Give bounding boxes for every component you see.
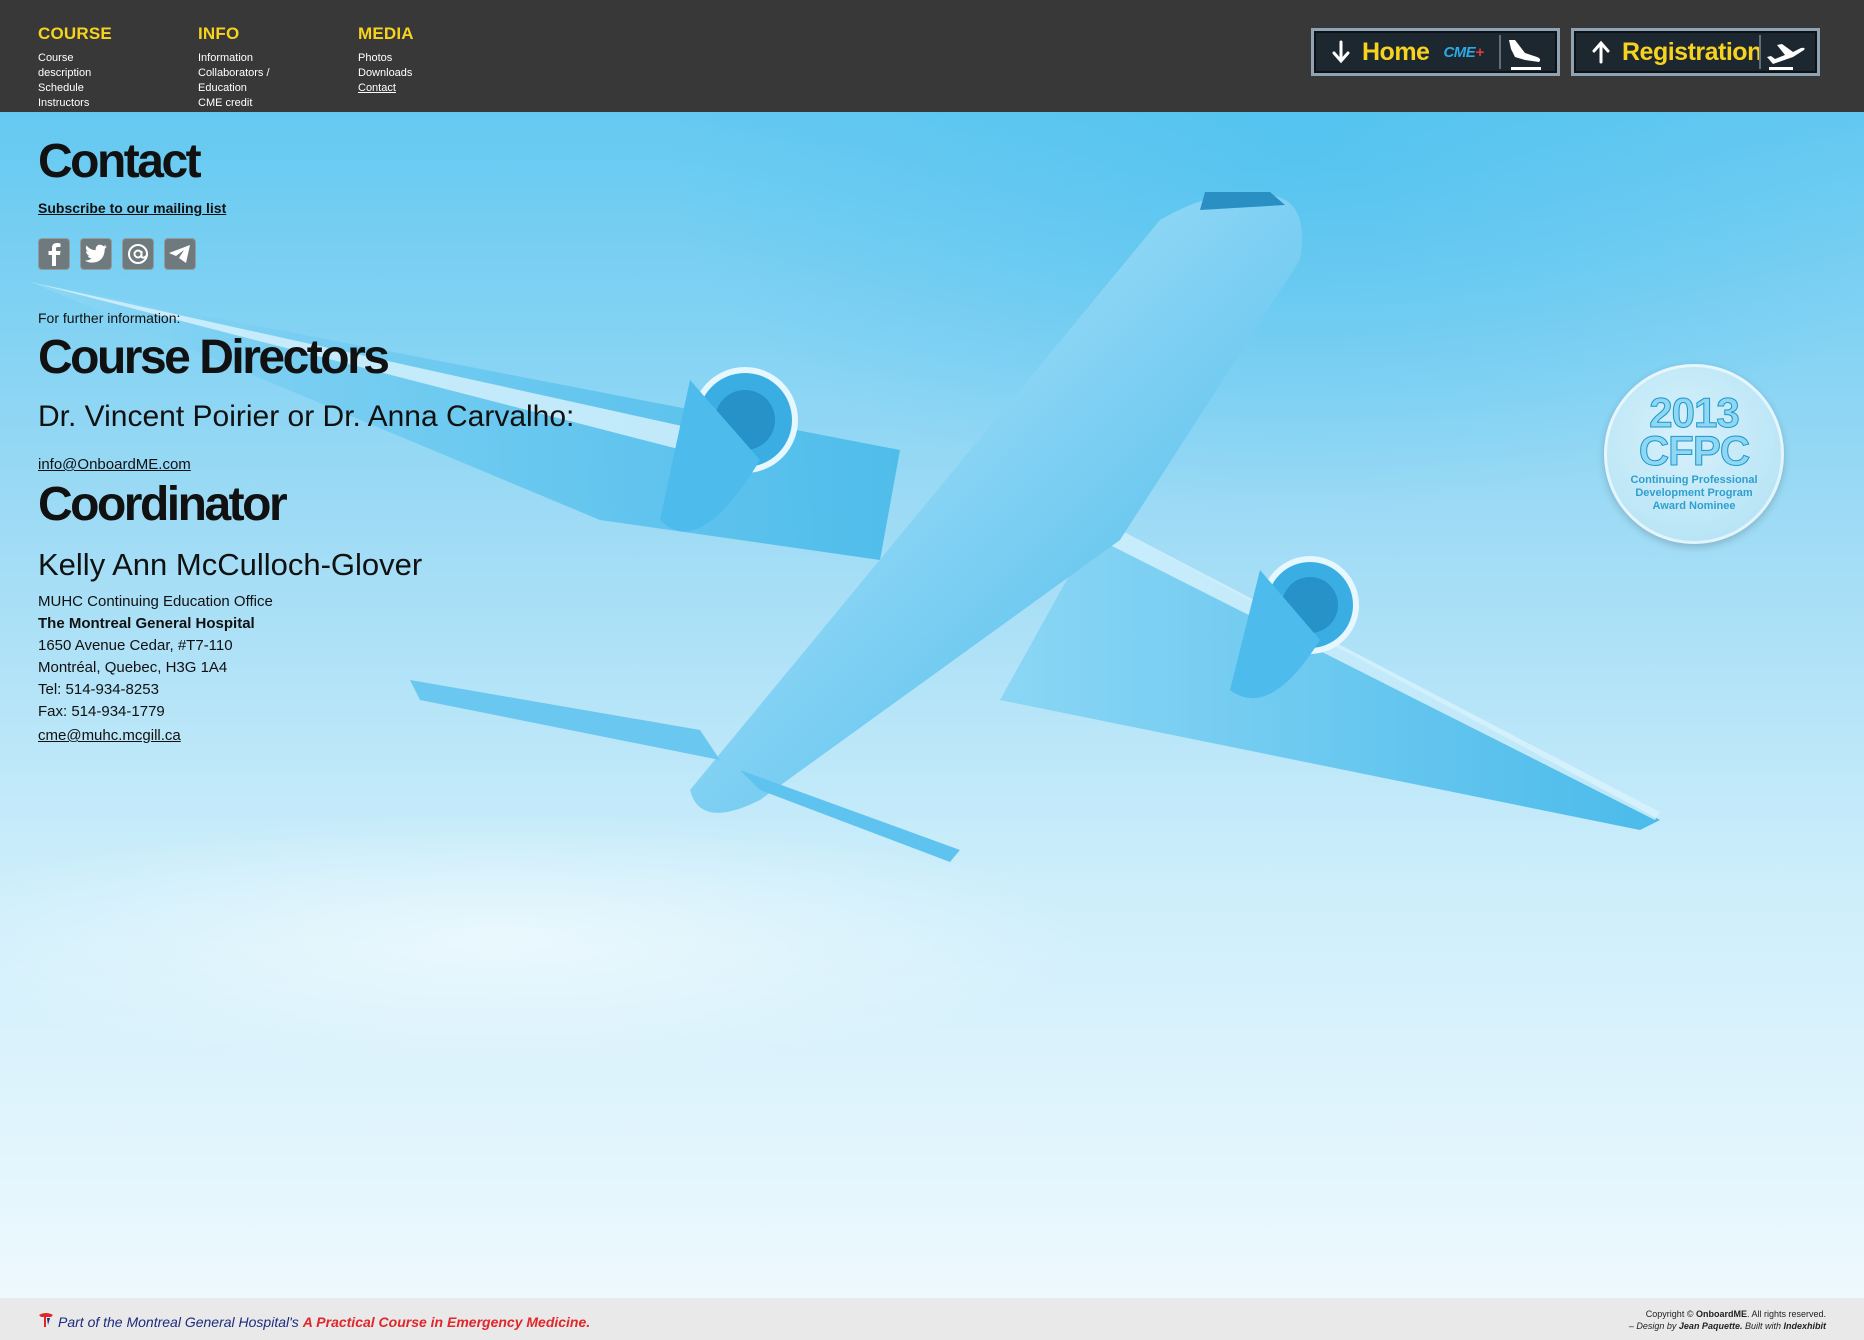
- nav-link-cme-credit[interactable]: CME credit: [198, 96, 278, 111]
- nav-link-schedule[interactable]: Schedule: [38, 81, 128, 96]
- address-street: 1650 Avenue Cedar, #T7-110: [38, 637, 233, 654]
- nav-column-media: MEDIA Photos Downloads Contact: [358, 24, 414, 96]
- subscribe-link[interactable]: Subscribe to our mailing list: [38, 200, 838, 216]
- coordinator-heading: Coordinator: [38, 478, 288, 531]
- arrow-up-icon: [1584, 40, 1618, 64]
- nav-heading-info: INFO: [198, 24, 240, 43]
- nav-link-instructors[interactable]: Instructors: [38, 96, 128, 111]
- social-icons: [38, 238, 838, 270]
- facebook-icon[interactable]: [38, 238, 70, 270]
- nav-link-contact[interactable]: Contact: [358, 81, 414, 96]
- nav-link-information[interactable]: Information: [198, 51, 278, 66]
- footer-copyright: Copyright © OnboardME. All rights reserv…: [1628, 1309, 1826, 1331]
- top-navigation-bar: COURSE Course description Schedule Instr…: [0, 0, 1864, 112]
- mgh-logo-icon: [38, 1312, 54, 1331]
- coordinator-address: MUHC Continuing Education Office The Mon…: [38, 591, 838, 723]
- email-icon[interactable]: [122, 238, 154, 270]
- footer-affiliation: Part of the Montreal General Hospital's …: [38, 1312, 590, 1331]
- telegram-icon[interactable]: [164, 238, 196, 270]
- practical-course-link[interactable]: A Practical Course in Emergency Medicine…: [303, 1314, 590, 1330]
- nav-column-info: INFO Information Collaborators / Educati…: [198, 24, 278, 111]
- nav-column-course: COURSE Course description Schedule Instr…: [38, 24, 128, 111]
- arrow-down-icon: [1324, 40, 1358, 64]
- directors-names: Dr. Vincent Poirier or Dr. Anna Carvalho…: [38, 400, 575, 433]
- address-fax: Fax: 514-934-1779: [38, 703, 165, 720]
- plane-takeoff-icon: [1763, 37, 1807, 78]
- page-title: Contact: [38, 135, 202, 188]
- nav-link-course-description[interactable]: Course description: [38, 51, 128, 81]
- course-directors-heading: Course Directors: [38, 331, 390, 384]
- registration-button[interactable]: Registration: [1571, 28, 1820, 76]
- address-hospital: The Montreal General Hospital: [38, 615, 255, 632]
- coordinator-email-link[interactable]: cme@muhc.mcgill.ca: [38, 727, 838, 744]
- nav-heading-media: MEDIA: [358, 24, 414, 43]
- address-tel: Tel: 514-934-8253: [38, 681, 159, 698]
- twitter-icon[interactable]: [80, 238, 112, 270]
- footer: Part of the Montreal General Hospital's …: [0, 1298, 1864, 1340]
- nav-link-downloads[interactable]: Downloads: [358, 66, 414, 81]
- nav-link-photos[interactable]: Photos: [358, 51, 414, 66]
- home-button[interactable]: Home CME+: [1311, 28, 1560, 76]
- coordinator-name: Kelly Ann McCulloch-Glover: [38, 547, 423, 582]
- cfpc-award-badge: 2013 CFPC Continuing Professional Develo…: [1604, 364, 1784, 544]
- nav-link-collaborators[interactable]: Collaborators / Education: [198, 66, 278, 96]
- nav-heading-course: COURSE: [38, 24, 112, 43]
- cme-logo: CME+: [1443, 43, 1484, 61]
- plane-landing-icon: [1503, 37, 1547, 78]
- address-office: MUHC Continuing Education Office: [38, 593, 273, 610]
- home-button-label: Home: [1362, 37, 1430, 66]
- address-city: Montréal, Quebec, H3G 1A4: [38, 659, 228, 676]
- directors-email-link[interactable]: info@OnboardME.com: [38, 456, 838, 473]
- contact-content: Contact Subscribe to our mailing list Fo…: [38, 132, 838, 744]
- further-info-label: For further information:: [38, 310, 181, 326]
- registration-button-label: Registration: [1622, 37, 1762, 66]
